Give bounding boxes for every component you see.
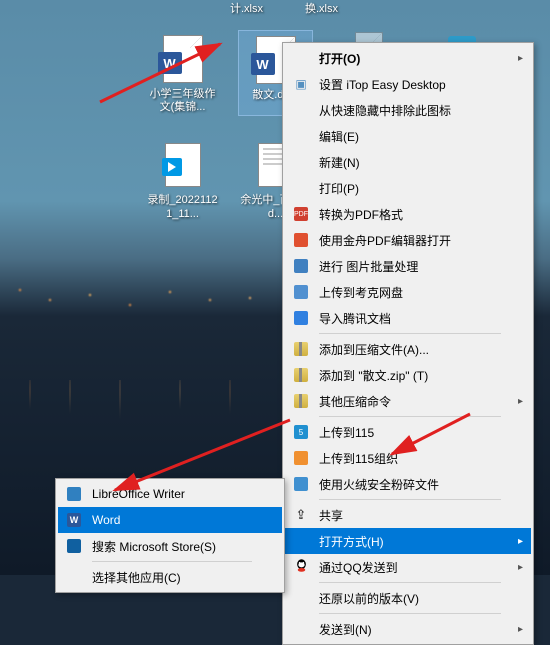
menu-convert-pdf[interactable]: PDF转换为PDF格式 <box>285 201 531 227</box>
menu-upload-115[interactable]: 5上传到115 <box>285 419 531 445</box>
chevron-right-icon: ▸ <box>518 562 523 573</box>
menu-print[interactable]: 打印(P) <box>285 175 531 201</box>
menu-other-archive[interactable]: 其他压缩命令▸ <box>285 388 531 414</box>
menu-batch-image[interactable]: 进行 图片批量处理 <box>285 253 531 279</box>
menu-send-to[interactable]: 发送到(N)▸ <box>285 616 531 642</box>
submenu-word[interactable]: WWord <box>58 507 282 533</box>
archive-icon <box>294 394 308 408</box>
submenu-ms-store[interactable]: 搜索 Microsoft Store(S) <box>58 533 282 559</box>
chevron-right-icon: ▸ <box>518 536 523 547</box>
menu-add-to-archive[interactable]: 添加到压缩文件(A)... <box>285 336 531 362</box>
icon-label: 小学三年级作文(集锦... <box>147 88 218 114</box>
menu-exclude-hide[interactable]: 从快速隐藏中排除此图标 <box>285 97 531 123</box>
menu-itop-desktop[interactable]: ▣设置 iTop Easy Desktop <box>285 71 531 97</box>
chevron-right-icon: ▸ <box>518 624 523 635</box>
image-icon <box>294 259 308 273</box>
menu-open-with[interactable]: 打开方式(H)▸ <box>285 528 531 554</box>
display-icon: ▣ <box>295 77 306 91</box>
libreoffice-icon <box>67 487 81 501</box>
menu-separator <box>319 333 501 334</box>
menu-import-tencent[interactable]: 导入腾讯文档 <box>285 305 531 331</box>
menu-separator <box>92 561 252 562</box>
pdf-editor-icon <box>294 233 308 247</box>
pdf-icon: PDF <box>294 207 308 221</box>
share-icon: ⇪ <box>296 507 307 523</box>
menu-upload-kk[interactable]: 上传到考克网盘 <box>285 279 531 305</box>
context-menu: 打开(O)▸ ▣设置 iTop Easy Desktop 从快速隐藏中排除此图标… <box>282 42 534 645</box>
word-icon: W <box>67 513 81 527</box>
menu-separator <box>319 499 501 500</box>
menu-jinzhou-pdf[interactable]: 使用金舟PDF编辑器打开 <box>285 227 531 253</box>
menu-huorong-shred[interactable]: 使用火绒安全粉碎文件 <box>285 471 531 497</box>
menu-new[interactable]: 新建(N) <box>285 149 531 175</box>
tencent-docs-icon <box>294 311 308 325</box>
submenu-libreoffice[interactable]: LibreOffice Writer <box>58 481 282 507</box>
menu-separator <box>319 613 501 614</box>
icon-label: 录制_20221121_11... <box>147 194 218 220</box>
menu-edit[interactable]: 编辑(E) <box>285 123 531 149</box>
menu-restore-version[interactable]: 还原以前的版本(V) <box>285 585 531 611</box>
icon-label: 换.xlsx <box>305 0 338 16</box>
archive-icon <box>294 342 308 356</box>
submenu-choose-other[interactable]: 选择其他应用(C) <box>58 564 282 590</box>
chevron-right-icon: ▸ <box>518 396 523 407</box>
menu-open[interactable]: 打开(O)▸ <box>285 45 531 71</box>
115-org-icon <box>294 451 308 465</box>
desktop-icon-video-file[interactable]: 录制_20221121_11... <box>145 136 220 222</box>
chevron-right-icon: ▸ <box>518 53 523 64</box>
menu-upload-115-org[interactable]: 上传到115组织 <box>285 445 531 471</box>
menu-add-to-zip[interactable]: 添加到 "散文.zip" (T) <box>285 362 531 388</box>
menu-separator <box>319 416 501 417</box>
qq-icon <box>294 558 309 576</box>
menu-separator <box>319 582 501 583</box>
ms-store-icon <box>67 539 81 553</box>
menu-qq-send[interactable]: 通过QQ发送到▸ <box>285 554 531 580</box>
menu-share[interactable]: ⇪共享 <box>285 502 531 528</box>
icon-label: 计.xlsx <box>230 0 263 16</box>
open-with-submenu: LibreOffice Writer WWord 搜索 Microsoft St… <box>55 478 285 593</box>
cloud-icon <box>294 285 308 299</box>
archive-icon <box>294 368 308 382</box>
desktop-icon-word-doc[interactable]: W 小学三年级作文(集锦... <box>145 30 220 116</box>
115-icon: 5 <box>294 425 308 439</box>
shred-icon <box>294 477 308 491</box>
